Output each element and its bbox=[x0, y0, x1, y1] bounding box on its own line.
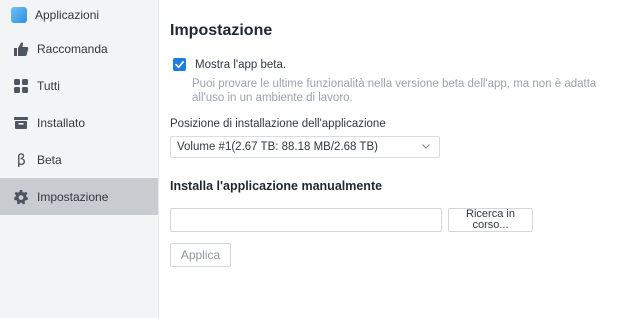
sidebar-item-installato[interactable]: Installato bbox=[0, 104, 158, 141]
sidebar-item-impostazione[interactable]: Impostazione bbox=[0, 178, 158, 215]
install-location-select[interactable]: Volume #1(2.67 TB: 88.18 MB/2.68 TB) bbox=[170, 136, 440, 158]
installed-box-icon bbox=[13, 115, 29, 131]
sidebar-item-raccomanda[interactable]: Raccomanda bbox=[0, 30, 158, 67]
settings-panel: Impostazione Mostra l'app beta. Puoi pro… bbox=[170, 0, 640, 318]
sidebar: Applicazioni Raccomanda Tutti Installato… bbox=[0, 0, 159, 318]
checkmark-icon bbox=[175, 61, 184, 69]
install-location-value: Volume #1(2.67 TB: 88.18 MB/2.68 TB) bbox=[177, 141, 378, 153]
sidebar-item-label: Beta bbox=[37, 152, 62, 167]
sidebar-item-label: Installato bbox=[37, 115, 86, 130]
thumbs-up-icon bbox=[13, 41, 29, 57]
sidebar-nav: Raccomanda Tutti Installato Beta Imposta… bbox=[0, 30, 158, 215]
sidebar-item-label: Raccomanda bbox=[37, 41, 108, 56]
beta-checkbox-label: Mostra l'app beta. bbox=[195, 58, 287, 71]
browse-button[interactable]: Ricerca in corso... bbox=[448, 208, 533, 232]
manual-install-path-input[interactable] bbox=[170, 208, 442, 232]
gear-icon bbox=[13, 189, 29, 205]
sidebar-item-label: Impostazione bbox=[37, 189, 109, 204]
apply-button[interactable]: Applica bbox=[170, 243, 231, 267]
manual-install-title: Installa l'applicazione manualmente bbox=[170, 179, 383, 193]
chevron-down-icon bbox=[421, 141, 431, 154]
beta-checkbox[interactable] bbox=[173, 58, 186, 71]
sidebar-item-label: Tutti bbox=[37, 78, 60, 93]
sidebar-header: Applicazioni bbox=[11, 5, 99, 25]
sidebar-item-tutti[interactable]: Tutti bbox=[0, 67, 158, 104]
beta-icon bbox=[13, 152, 29, 168]
page-title: Impostazione bbox=[170, 22, 273, 39]
beta-toggle[interactable]: Mostra l'app beta. bbox=[173, 58, 286, 71]
install-location-label: Posizione di installazione dell'applicaz… bbox=[170, 118, 386, 130]
grid-icon bbox=[13, 78, 29, 94]
app-title: Applicazioni bbox=[35, 8, 100, 22]
beta-hint: Puoi provare le ultime funzionalità nell… bbox=[192, 78, 597, 104]
sidebar-item-beta[interactable]: Beta bbox=[0, 141, 158, 178]
app-center-icon bbox=[11, 7, 27, 23]
